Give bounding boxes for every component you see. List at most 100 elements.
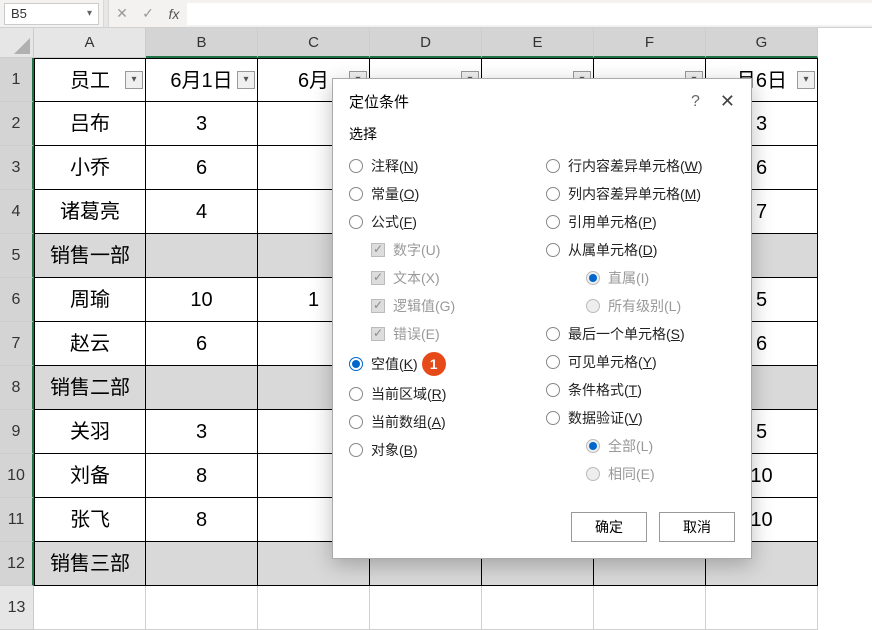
option-blank[interactable]: 空值(K)1 (349, 348, 538, 380)
radio-icon[interactable] (546, 355, 560, 369)
cell[interactable]: 小乔 (34, 146, 146, 190)
cell[interactable]: 销售三部 (34, 542, 146, 586)
radio-icon[interactable] (349, 443, 363, 457)
filter-dropdown-icon[interactable]: ▾ (797, 71, 815, 89)
radio-icon[interactable] (349, 159, 363, 173)
radio-icon[interactable] (546, 187, 560, 201)
option-visible[interactable]: 可见单元格(Y) (546, 348, 735, 376)
row-header[interactable]: 6 (0, 278, 34, 322)
row-header[interactable]: 13 (0, 586, 34, 630)
cell[interactable]: 6月1日▾ (146, 58, 258, 102)
cell[interactable] (594, 586, 706, 630)
option-formula[interactable]: 公式(F) (349, 208, 538, 236)
close-icon[interactable]: ✕ (720, 91, 735, 112)
option-cond[interactable]: 条件格式(T) (546, 376, 735, 404)
radio-icon[interactable] (349, 387, 363, 401)
cell[interactable]: 8 (146, 454, 258, 498)
row-header[interactable]: 7 (0, 322, 34, 366)
cancel-button[interactable]: 取消 (659, 512, 735, 542)
option-constant[interactable]: 常量(O) (349, 180, 538, 208)
section-label: 选择 (349, 124, 735, 144)
cell[interactable] (258, 586, 370, 630)
enter-formula-icon[interactable]: ✓ (135, 5, 161, 22)
fx-icon[interactable]: fx (161, 6, 187, 22)
cell[interactable] (706, 586, 818, 630)
cell[interactable]: 销售一部 (34, 234, 146, 278)
row-header[interactable]: 11 (0, 498, 34, 542)
column-header[interactable]: G (706, 28, 818, 58)
option-rowdiff[interactable]: 行内容差异单元格(W) (546, 152, 735, 180)
cell[interactable] (146, 366, 258, 410)
row-header[interactable]: 10 (0, 454, 34, 498)
radio-icon[interactable] (546, 243, 560, 257)
column-header[interactable]: F (594, 28, 706, 58)
cell[interactable]: 4 (146, 190, 258, 234)
select-all-triangle[interactable] (0, 28, 34, 58)
cell[interactable]: 8 (146, 498, 258, 542)
option-label: 全部(L) (608, 436, 653, 456)
row-header[interactable]: 1 (0, 58, 34, 102)
cell[interactable] (34, 586, 146, 630)
column-header[interactable]: E (482, 28, 594, 58)
cell[interactable]: 3 (146, 410, 258, 454)
cell[interactable]: 周瑜 (34, 278, 146, 322)
cell[interactable] (146, 586, 258, 630)
cell[interactable] (146, 234, 258, 278)
radio-icon[interactable] (546, 327, 560, 341)
cell[interactable]: 刘备 (34, 454, 146, 498)
formula-input[interactable] (187, 3, 872, 25)
radio-icon[interactable] (349, 187, 363, 201)
option-object[interactable]: 对象(B) (349, 436, 538, 464)
option-coldiff[interactable]: 列内容差异单元格(M) (546, 180, 735, 208)
row-header[interactable]: 8 (0, 366, 34, 410)
column-header[interactable]: B (146, 28, 258, 58)
cell[interactable]: 关羽 (34, 410, 146, 454)
cell[interactable] (146, 542, 258, 586)
radio-icon[interactable] (546, 383, 560, 397)
option-last[interactable]: 最后一个单元格(S) (546, 320, 735, 348)
row-header[interactable]: 9 (0, 410, 34, 454)
radio-icon[interactable] (349, 415, 363, 429)
cancel-formula-icon[interactable]: ✕ (109, 5, 135, 22)
option-array[interactable]: 当前数组(A) (349, 408, 538, 436)
cell[interactable]: 张飞 (34, 498, 146, 542)
option-label: 常量(O) (371, 184, 419, 204)
cell[interactable]: 销售二部 (34, 366, 146, 410)
option-label: 数据验证(V) (568, 408, 643, 428)
radio-icon[interactable] (546, 159, 560, 173)
checkbox-icon (371, 327, 385, 341)
filter-dropdown-icon[interactable]: ▾ (237, 71, 255, 89)
row-header[interactable]: 12 (0, 542, 34, 586)
row-header[interactable]: 5 (0, 234, 34, 278)
cell[interactable]: 3 (146, 102, 258, 146)
radio-icon[interactable] (349, 357, 363, 371)
row-header[interactable]: 2 (0, 102, 34, 146)
option-dependent[interactable]: 从属单元格(D) (546, 236, 735, 264)
cell[interactable]: 诸葛亮 (34, 190, 146, 234)
cell[interactable]: 员工▾ (34, 58, 146, 102)
column-header[interactable]: C (258, 28, 370, 58)
cell[interactable]: 吕布 (34, 102, 146, 146)
option-comment[interactable]: 注释(N) (349, 152, 538, 180)
radio-icon[interactable] (349, 215, 363, 229)
radio-icon[interactable] (546, 411, 560, 425)
radio-icon[interactable] (546, 215, 560, 229)
filter-dropdown-icon[interactable]: ▾ (125, 71, 143, 89)
cell[interactable]: 10 (146, 278, 258, 322)
option-precedent[interactable]: 引用单元格(P) (546, 208, 735, 236)
cell[interactable]: 6 (146, 322, 258, 366)
row-header[interactable]: 3 (0, 146, 34, 190)
help-icon[interactable]: ? (691, 93, 700, 111)
cell[interactable]: 6 (146, 146, 258, 190)
row-header[interactable]: 4 (0, 190, 34, 234)
cell[interactable] (482, 586, 594, 630)
ok-button[interactable]: 确定 (571, 512, 647, 542)
option-valid[interactable]: 数据验证(V) (546, 404, 735, 432)
option-region[interactable]: 当前区域(R) (349, 380, 538, 408)
name-box[interactable]: B5 ▾ (4, 3, 99, 25)
cell[interactable] (370, 586, 482, 630)
cell[interactable]: 赵云 (34, 322, 146, 366)
chevron-down-icon[interactable]: ▾ (87, 8, 92, 19)
column-header[interactable]: D (370, 28, 482, 58)
column-header[interactable]: A (34, 28, 146, 58)
